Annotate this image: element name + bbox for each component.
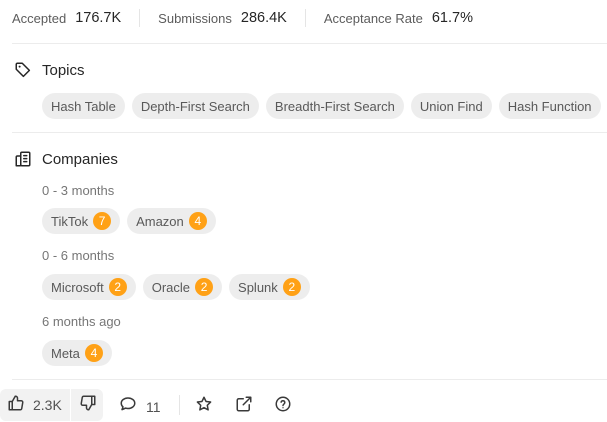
company-list: TikTok 7 Amazon 4 <box>42 208 223 234</box>
topics-header[interactable]: Topics <box>14 61 85 79</box>
like-button[interactable]: 2.3K <box>0 389 70 421</box>
toolbar-divider <box>179 395 180 415</box>
share-icon <box>235 395 253 418</box>
company-name: Microsoft <box>51 279 104 295</box>
frequency-badge: 4 <box>188 212 207 230</box>
action-toolbar: 2.3K 11 <box>0 387 607 421</box>
companies-title: Companies <box>42 150 118 168</box>
acceptance-rate-stat: Acceptance Rate 61.7% <box>324 9 473 27</box>
topic-chip[interactable]: Breadth-First Search <box>265 93 404 119</box>
tag-icon <box>14 61 32 79</box>
frequency-badge: 2 <box>282 278 301 296</box>
stats-bar: Accepted 176.7K Submissions 286.4K Accep… <box>0 0 607 36</box>
company-name: Oracle <box>151 279 191 295</box>
vote-group: 2.3K <box>0 389 103 421</box>
comments-button[interactable]: 11 <box>119 395 161 418</box>
like-count: 2.3K <box>33 397 62 413</box>
company-chip[interactable]: Meta 4 <box>42 340 112 366</box>
topic-chip[interactable]: Depth-First Search <box>131 93 259 119</box>
thumbs-down-icon <box>79 394 97 417</box>
help-button[interactable] <box>274 395 292 418</box>
company-chip[interactable]: Splunk 2 <box>229 274 310 300</box>
divider <box>12 379 607 380</box>
stat-divider <box>304 9 306 27</box>
star-icon <box>195 395 213 418</box>
stat-divider <box>139 9 141 27</box>
acceptance-rate-label: Acceptance Rate <box>323 10 423 26</box>
company-chip[interactable]: Amazon 4 <box>127 208 216 234</box>
favorite-button[interactable] <box>195 395 213 418</box>
building-icon <box>14 150 32 168</box>
company-chip[interactable]: Oracle 2 <box>142 274 223 300</box>
company-name: Amazon <box>136 213 184 229</box>
frequency-badge: 4 <box>84 344 103 362</box>
company-list: Microsoft 2 Oracle 2 Splunk 2 <box>42 274 317 300</box>
topic-list: Hash Table Depth-First Search Breadth-Fi… <box>42 93 607 119</box>
thumbs-up-icon <box>7 394 25 417</box>
companies-header[interactable]: Companies <box>14 150 118 168</box>
company-name: Splunk <box>238 279 278 295</box>
company-name: Meta <box>51 345 80 361</box>
divider <box>12 132 607 133</box>
period-label: 0 - 3 months <box>42 183 115 198</box>
comment-icon <box>119 395 137 418</box>
topic-chip[interactable]: Hash Function <box>498 93 601 119</box>
accepted-label: Accepted <box>12 10 67 26</box>
submissions-label: Submissions <box>158 10 232 26</box>
period-label: 0 - 6 months <box>42 248 115 263</box>
accepted-value: 176.7K <box>75 10 122 26</box>
comment-count: 11 <box>146 398 161 415</box>
dislike-button[interactable] <box>71 389 103 421</box>
submissions-stat: Submissions 286.4K <box>158 9 287 27</box>
company-list: Meta 4 <box>42 340 119 366</box>
company-name: TikTok <box>51 213 89 229</box>
share-button[interactable] <box>235 395 253 418</box>
acceptance-rate-value: 61.7% <box>431 10 473 26</box>
topic-chip[interactable]: Hash Table <box>42 93 125 119</box>
help-icon <box>274 395 292 418</box>
company-chip[interactable]: Microsoft 2 <box>42 274 136 300</box>
accepted-stat: Accepted 176.7K <box>12 9 121 27</box>
submissions-value: 286.4K <box>240 10 287 26</box>
frequency-badge: 7 <box>93 212 112 230</box>
frequency-badge: 2 <box>195 278 214 296</box>
period-label: 6 months ago <box>42 314 121 329</box>
divider <box>12 43 607 44</box>
topics-title: Topics <box>42 61 85 79</box>
topic-chip[interactable]: Union Find <box>410 93 492 119</box>
company-chip[interactable]: TikTok 7 <box>42 208 121 234</box>
frequency-badge: 2 <box>108 278 127 296</box>
